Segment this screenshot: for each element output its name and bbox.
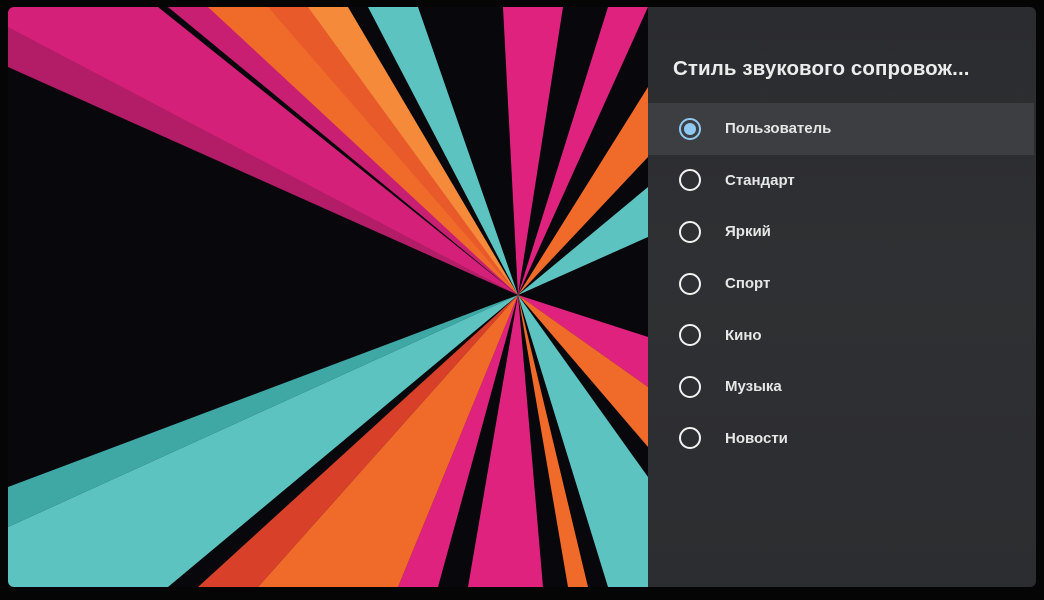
radio-unselected-icon[interactable] — [679, 220, 701, 243]
option-label: Новости — [725, 429, 788, 447]
option-label: Спорт — [725, 275, 771, 293]
option-cinema[interactable]: Кино — [648, 309, 1036, 361]
option-music[interactable]: Музыка — [648, 361, 1036, 413]
panel-title: Стиль звукового сопровож... — [673, 57, 970, 80]
option-user[interactable]: Пользователь — [648, 103, 1034, 155]
option-standard[interactable]: Стандарт — [648, 155, 1036, 207]
radio-unselected-icon[interactable] — [679, 375, 701, 398]
option-label: Кино — [725, 326, 762, 344]
option-label: Яркий — [725, 223, 771, 241]
tv-screen: Стиль звукового сопровож... Пользователь… — [8, 7, 1036, 587]
radio-unselected-icon[interactable] — [679, 169, 701, 192]
option-label: Пользователь — [725, 120, 832, 138]
option-label: Стандарт — [725, 171, 795, 189]
option-label: Музыка — [725, 378, 782, 396]
radio-unselected-icon[interactable] — [679, 272, 701, 295]
radio-selected-icon[interactable] — [679, 117, 701, 140]
radio-unselected-icon[interactable] — [679, 324, 701, 347]
option-sport[interactable]: Спорт — [648, 258, 1036, 310]
sound-style-options: Пользователь Стандарт Яркий Спорт Кино М… — [648, 103, 1036, 464]
radio-unselected-icon[interactable] — [679, 427, 701, 450]
option-news[interactable]: Новости — [648, 413, 1036, 465]
option-vivid[interactable]: Яркий — [648, 206, 1036, 258]
sound-style-panel: Стиль звукового сопровож... Пользователь… — [648, 7, 1036, 587]
